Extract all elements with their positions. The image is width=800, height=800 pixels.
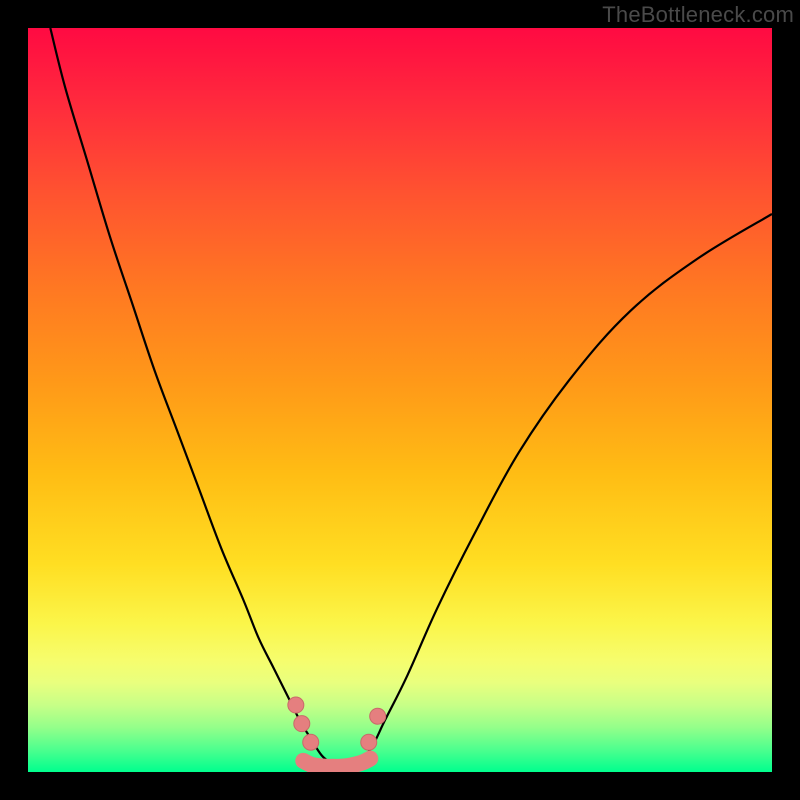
- marker-left-upper: [288, 697, 304, 713]
- marker-right-lower: [361, 734, 377, 750]
- right-curve: [355, 214, 772, 765]
- watermark-text: TheBottleneck.com: [602, 2, 794, 28]
- marker-group: [288, 697, 386, 750]
- marker-left-upper2: [294, 716, 310, 732]
- left-curve: [50, 28, 333, 765]
- plot-area: [28, 28, 772, 772]
- floor-band: [303, 759, 370, 767]
- curve-layer: [28, 28, 772, 772]
- chart-root: TheBottleneck.com: [0, 0, 800, 800]
- marker-right-upper: [370, 708, 386, 724]
- marker-left-lower: [303, 734, 319, 750]
